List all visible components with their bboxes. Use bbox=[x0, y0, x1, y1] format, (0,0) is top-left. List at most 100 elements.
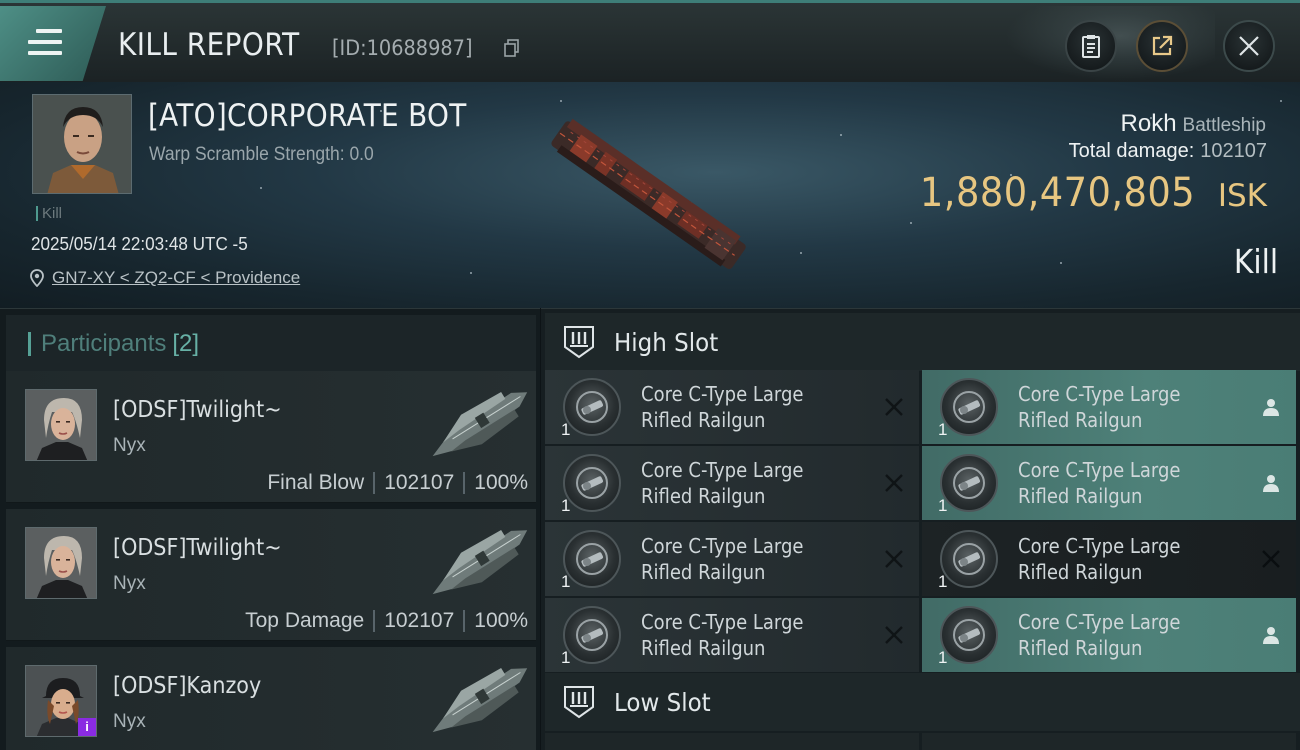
railgun-icon: 1 bbox=[938, 378, 998, 439]
info-badge: i bbox=[78, 718, 96, 736]
close-button[interactable] bbox=[1223, 20, 1275, 72]
module-name-line2: Rifled Railgun bbox=[1018, 484, 1143, 508]
module-name-line1: Core C-Type Large bbox=[641, 458, 804, 482]
module-name-line2: Rifled Railgun bbox=[1018, 408, 1143, 432]
close-icon bbox=[1239, 36, 1259, 56]
person-icon bbox=[1263, 475, 1279, 492]
x-icon bbox=[885, 550, 903, 568]
divider bbox=[463, 472, 466, 494]
person-icon bbox=[1263, 399, 1279, 416]
participants-header[interactable]: Participants [2] bbox=[6, 315, 536, 373]
participant-percent: 100% bbox=[474, 471, 528, 494]
module-item[interactable]: 1 Core C-Type Large Rifled Railgun bbox=[922, 446, 1296, 520]
participant-damage: 102107 bbox=[384, 609, 455, 632]
hamburger-icon bbox=[28, 29, 62, 55]
low-slot-icon bbox=[564, 686, 594, 719]
x-icon bbox=[885, 474, 903, 492]
participant-row[interactable]: [ODSF]Twilight~ Nyx Final Blow 102107 10… bbox=[6, 371, 536, 503]
location-link[interactable]: GN7-XY < ZQ2-CF < Providence bbox=[52, 268, 300, 288]
module-name: Core C-Type Large Rifled Railgun bbox=[641, 609, 848, 661]
copy-icon[interactable] bbox=[504, 39, 520, 57]
module-name-line2: Rifled Railgun bbox=[641, 408, 766, 432]
total-damage-value: 102107 bbox=[1200, 140, 1267, 162]
divider bbox=[373, 610, 376, 632]
module-item-partial[interactable] bbox=[922, 733, 1296, 750]
victim-ship-render[interactable] bbox=[528, 106, 768, 286]
module-item[interactable]: 1 Core C-Type Large Rifled Railgun bbox=[545, 598, 919, 672]
high-slot-icon bbox=[564, 326, 594, 359]
report-id: [ID:10688987] bbox=[332, 36, 473, 60]
participant-avatar[interactable] bbox=[25, 389, 97, 461]
participant-row[interactable]: [ODSF]Twilight~ Nyx Top Damage 102107 10… bbox=[6, 509, 536, 641]
kill-outcome: Kill bbox=[1233, 242, 1278, 281]
participant-stats: Final Blow 102107 100% bbox=[267, 471, 528, 495]
module-name: Core C-Type Large Rifled Railgun bbox=[641, 457, 848, 509]
module-name: Core C-Type Large Rifled Railgun bbox=[1018, 533, 1225, 585]
x-icon bbox=[885, 398, 903, 416]
participant-name: [ODSF]Kanzoy bbox=[113, 673, 262, 699]
clipboard-button[interactable] bbox=[1065, 20, 1117, 72]
participant-name: [ODSF]Twilight~ bbox=[113, 397, 282, 423]
total-damage: Total damage: 102107 bbox=[1069, 140, 1267, 163]
module-name-line1: Core C-Type Large bbox=[641, 382, 804, 406]
female-pilot-avatar bbox=[26, 528, 96, 598]
kill-location[interactable]: GN7-XY < ZQ2-CF < Providence bbox=[30, 268, 300, 288]
participant-avatar[interactable]: i bbox=[25, 665, 97, 737]
module-name-line2: Rifled Railgun bbox=[641, 636, 766, 660]
module-quantity: 1 bbox=[561, 572, 571, 591]
participant-ship: Nyx bbox=[113, 435, 146, 456]
victim-name[interactable]: [ATO]CORPORATE BOT bbox=[148, 98, 467, 134]
high-slot-header: High Slot bbox=[545, 313, 1300, 371]
module-quantity: 1 bbox=[938, 496, 948, 515]
fitting-panel: High Slot 1 Core C-Type Large Rifled Rai… bbox=[541, 308, 1300, 750]
module-name-line2: Rifled Railgun bbox=[1018, 560, 1143, 584]
menu-button[interactable] bbox=[0, 6, 106, 81]
module-name: Core C-Type Large Rifled Railgun bbox=[641, 533, 848, 585]
module-name-line1: Core C-Type Large bbox=[1018, 534, 1181, 558]
page-title: KILL REPORT bbox=[118, 27, 300, 63]
low-slot-label: Low Slot bbox=[614, 687, 711, 717]
module-name-line1: Core C-Type Large bbox=[641, 610, 804, 634]
railgun-icon: 1 bbox=[938, 530, 998, 591]
participant-ship-render bbox=[432, 530, 528, 595]
module-item[interactable]: 1 Core C-Type Large Rifled Railgun bbox=[545, 522, 919, 596]
module-name-line2: Rifled Railgun bbox=[641, 560, 766, 584]
module-name-line1: Core C-Type Large bbox=[1018, 458, 1181, 482]
kill-tag: Kill bbox=[36, 206, 62, 221]
module-item[interactable]: 1 Core C-Type Large Rifled Railgun bbox=[922, 522, 1296, 596]
pin-icon bbox=[30, 269, 44, 287]
module-item-partial[interactable] bbox=[545, 733, 919, 750]
module-item[interactable]: 1 Core C-Type Large Rifled Railgun bbox=[922, 598, 1296, 672]
participant-ship-render bbox=[432, 668, 528, 733]
participant-damage: 102107 bbox=[384, 471, 455, 494]
module-name-line1: Core C-Type Large bbox=[641, 534, 804, 558]
clipboard-icon bbox=[1082, 35, 1100, 58]
module-quantity: 1 bbox=[938, 572, 948, 591]
total-damage-label: Total damage: bbox=[1068, 140, 1195, 162]
victim-portrait[interactable] bbox=[32, 94, 132, 194]
participant-ship: Nyx bbox=[113, 573, 146, 594]
module-item[interactable]: 1 Core C-Type Large Rifled Railgun bbox=[545, 370, 919, 444]
railgun-icon: 1 bbox=[561, 378, 621, 439]
kill-datetime: 2025/05/14 22:03:48 UTC -5 bbox=[31, 234, 248, 254]
participant-avatar[interactable] bbox=[25, 527, 97, 599]
module-item[interactable]: 1 Core C-Type Large Rifled Railgun bbox=[545, 446, 919, 520]
participant-stats: Top Damage 102107 100% bbox=[245, 609, 528, 633]
divider bbox=[373, 472, 376, 494]
module-name-line1: Core C-Type Large bbox=[1018, 382, 1181, 406]
participant-name: [ODSF]Twilight~ bbox=[113, 535, 282, 561]
module-quantity: 1 bbox=[938, 648, 948, 667]
participant-row[interactable]: i [ODSF]Kanzoy Nyx bbox=[6, 647, 536, 750]
victim-ship: Rokh Battleship bbox=[1121, 110, 1266, 138]
x-icon bbox=[885, 626, 903, 644]
pilot-avatar bbox=[33, 95, 131, 193]
module-name-line2: Rifled Railgun bbox=[641, 484, 766, 508]
module-name: Core C-Type Large Rifled Railgun bbox=[1018, 457, 1225, 509]
module-name: Core C-Type Large Rifled Railgun bbox=[1018, 381, 1225, 433]
share-button[interactable] bbox=[1136, 20, 1188, 72]
ship-name: Rokh bbox=[1120, 110, 1177, 137]
person-icon bbox=[1263, 627, 1279, 644]
railgun-icon: 1 bbox=[561, 454, 621, 515]
participants-label: Participants bbox=[41, 330, 167, 357]
module-item[interactable]: 1 Core C-Type Large Rifled Railgun bbox=[922, 370, 1296, 444]
